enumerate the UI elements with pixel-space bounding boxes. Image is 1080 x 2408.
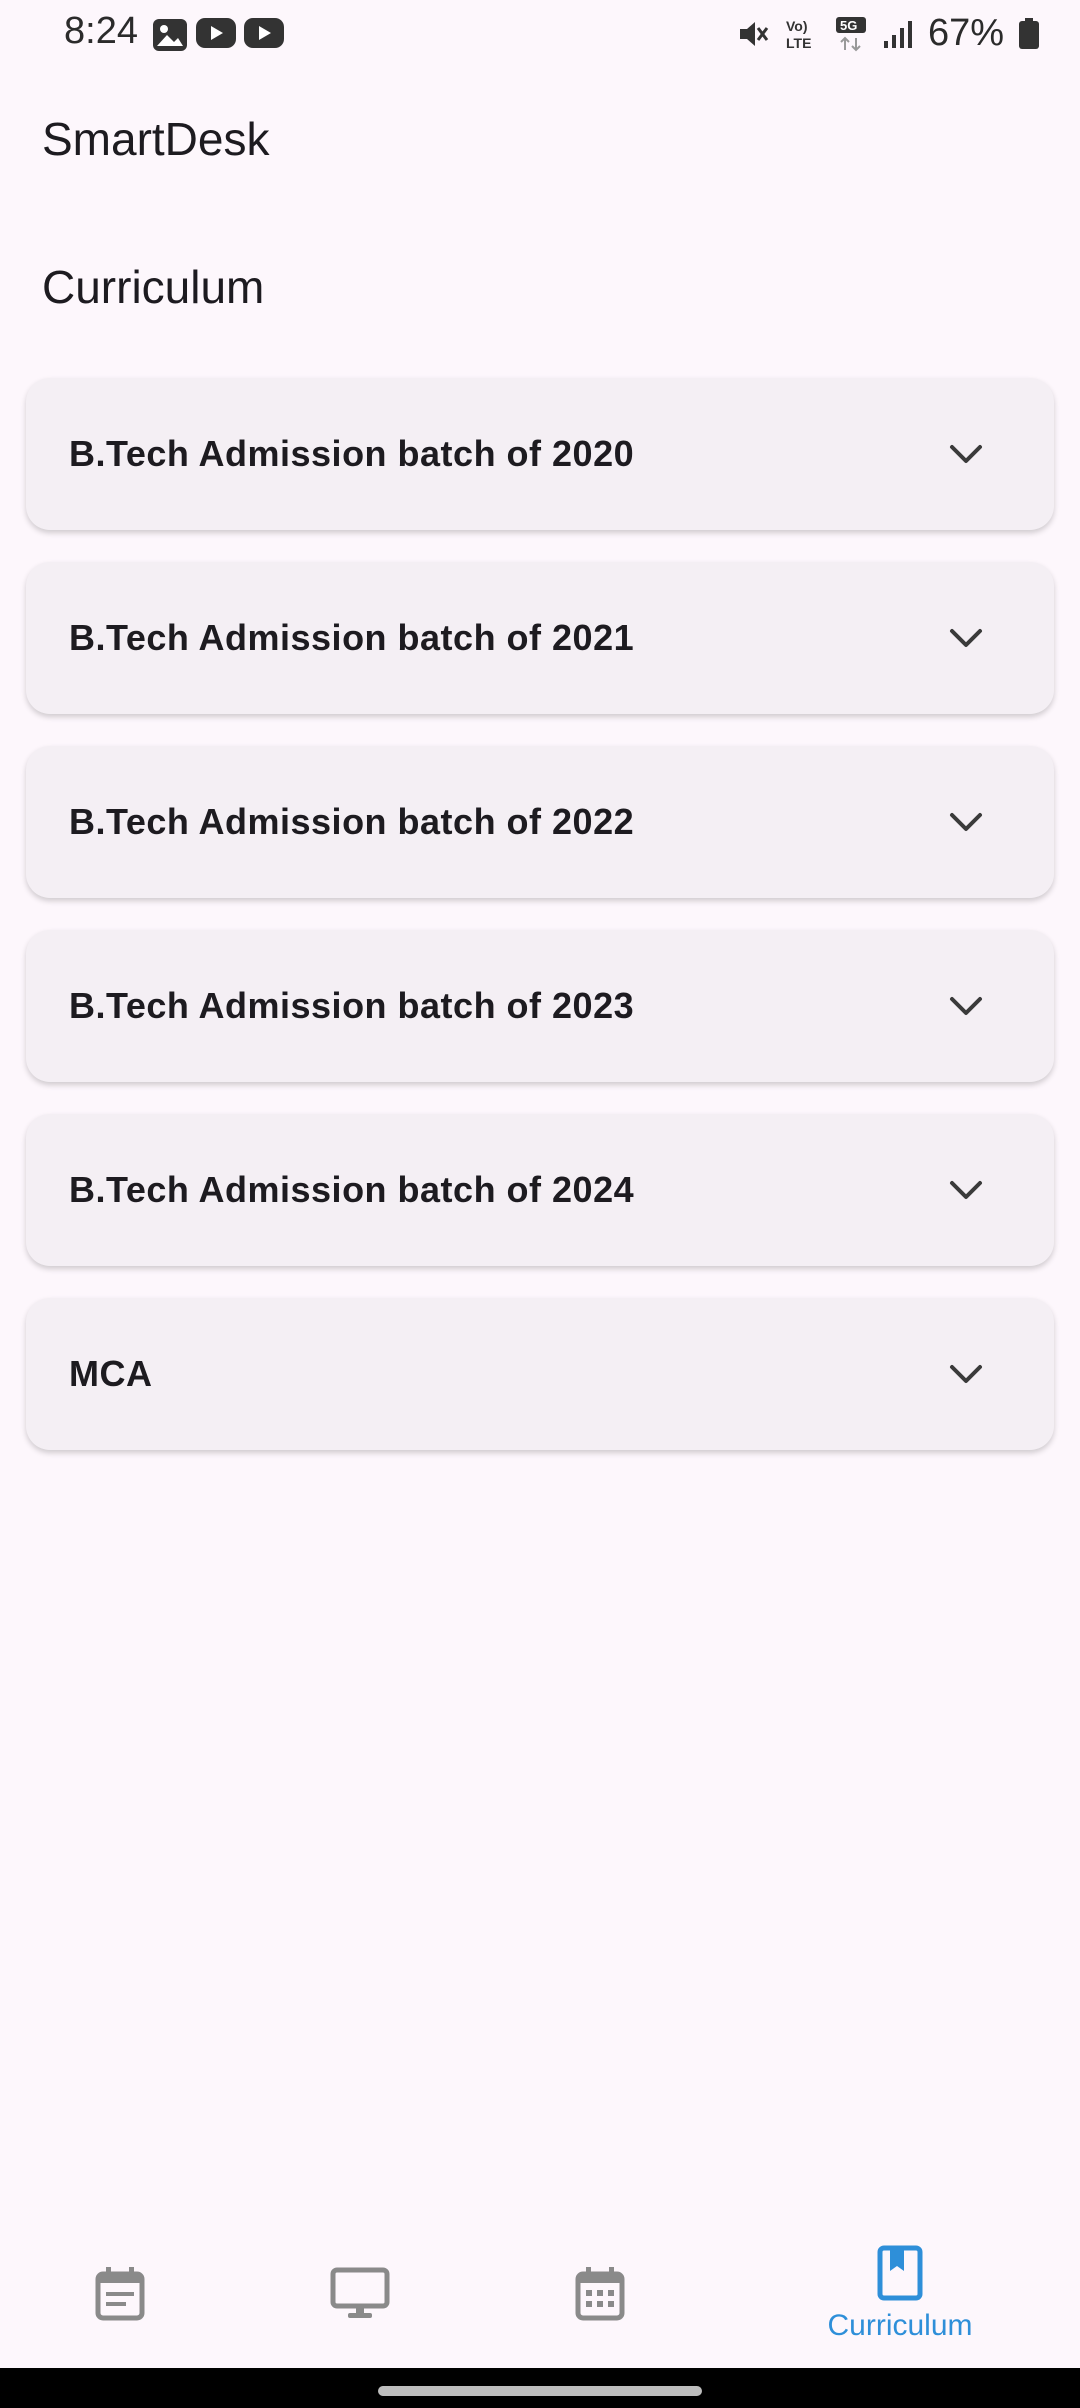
5g-icon: 5G (835, 16, 866, 51)
youtube-icon (244, 18, 284, 48)
accordion-item-label: B.Tech Admission batch of 2023 (69, 985, 635, 1026)
book-bookmark-icon (877, 2245, 923, 2301)
accordion-item-btech-2020[interactable]: B.Tech Admission batch of 2020 (26, 378, 1054, 530)
youtube-icon (196, 18, 236, 48)
bottom-navigation: Curriculum (0, 2220, 1080, 2368)
app-title: SmartDesk (42, 113, 270, 165)
accordion-item-btech-2024[interactable]: B.Tech Admission batch of 2024 (26, 1114, 1054, 1266)
chevron-down-icon (950, 445, 982, 463)
accordion-item-btech-2023[interactable]: B.Tech Admission batch of 2023 (26, 930, 1054, 1082)
image-icon (153, 19, 187, 51)
svg-text:LTE: LTE (786, 35, 811, 51)
nav-item-desktop[interactable] (300, 2220, 420, 2368)
system-status: Vo) LTE 5G 67% (736, 12, 1040, 55)
accordion-item-label: B.Tech Admission batch of 2022 (69, 801, 635, 842)
desktop-icon (330, 2267, 390, 2318)
mute-icon (739, 21, 769, 46)
svg-text:5G: 5G (840, 18, 857, 33)
nav-label-curriculum: Curriculum (827, 2309, 973, 2342)
status-time: 8:24 (64, 10, 138, 52)
system-gesture-bar (0, 2368, 1080, 2408)
status-bar: 8:24 Vo) LTE 5G 67% (0, 0, 1080, 70)
accordion-item-label: B.Tech Admission batch of 2020 (69, 433, 635, 474)
accordion-item-btech-2022[interactable]: B.Tech Admission batch of 2022 (26, 746, 1054, 898)
nav-item-events[interactable] (60, 2220, 180, 2368)
nav-item-calendar[interactable] (540, 2220, 660, 2368)
accordion-item-label: MCA (69, 1353, 153, 1394)
calendar-icon (575, 2267, 625, 2321)
volte-icon: Vo) LTE (786, 18, 811, 51)
nav-item-curriculum[interactable]: Curriculum (800, 2220, 1000, 2368)
page-title: Curriculum (42, 261, 265, 313)
accordion-item-label: B.Tech Admission batch of 2024 (69, 1169, 635, 1210)
chevron-down-icon (950, 1365, 982, 1383)
chevron-down-icon (950, 997, 982, 1015)
battery-icon (1019, 17, 1039, 49)
curriculum-accordion: B.Tech Admission batch of 2020 B.Tech Ad… (26, 378, 1054, 1482)
home-gesture-handle[interactable] (378, 2386, 702, 2396)
svg-text:Vo): Vo) (786, 18, 808, 34)
battery-percent: 67% (927, 12, 1004, 54)
event-note-icon (95, 2267, 145, 2321)
accordion-item-mca[interactable]: MCA (26, 1298, 1054, 1450)
accordion-item-label: B.Tech Admission batch of 2021 (69, 617, 635, 658)
notification-icons (152, 18, 284, 52)
chevron-down-icon (950, 629, 982, 647)
accordion-item-btech-2021[interactable]: B.Tech Admission batch of 2021 (26, 562, 1054, 714)
signal-icon (883, 20, 912, 48)
chevron-down-icon (950, 813, 982, 831)
chevron-down-icon (950, 1181, 982, 1199)
